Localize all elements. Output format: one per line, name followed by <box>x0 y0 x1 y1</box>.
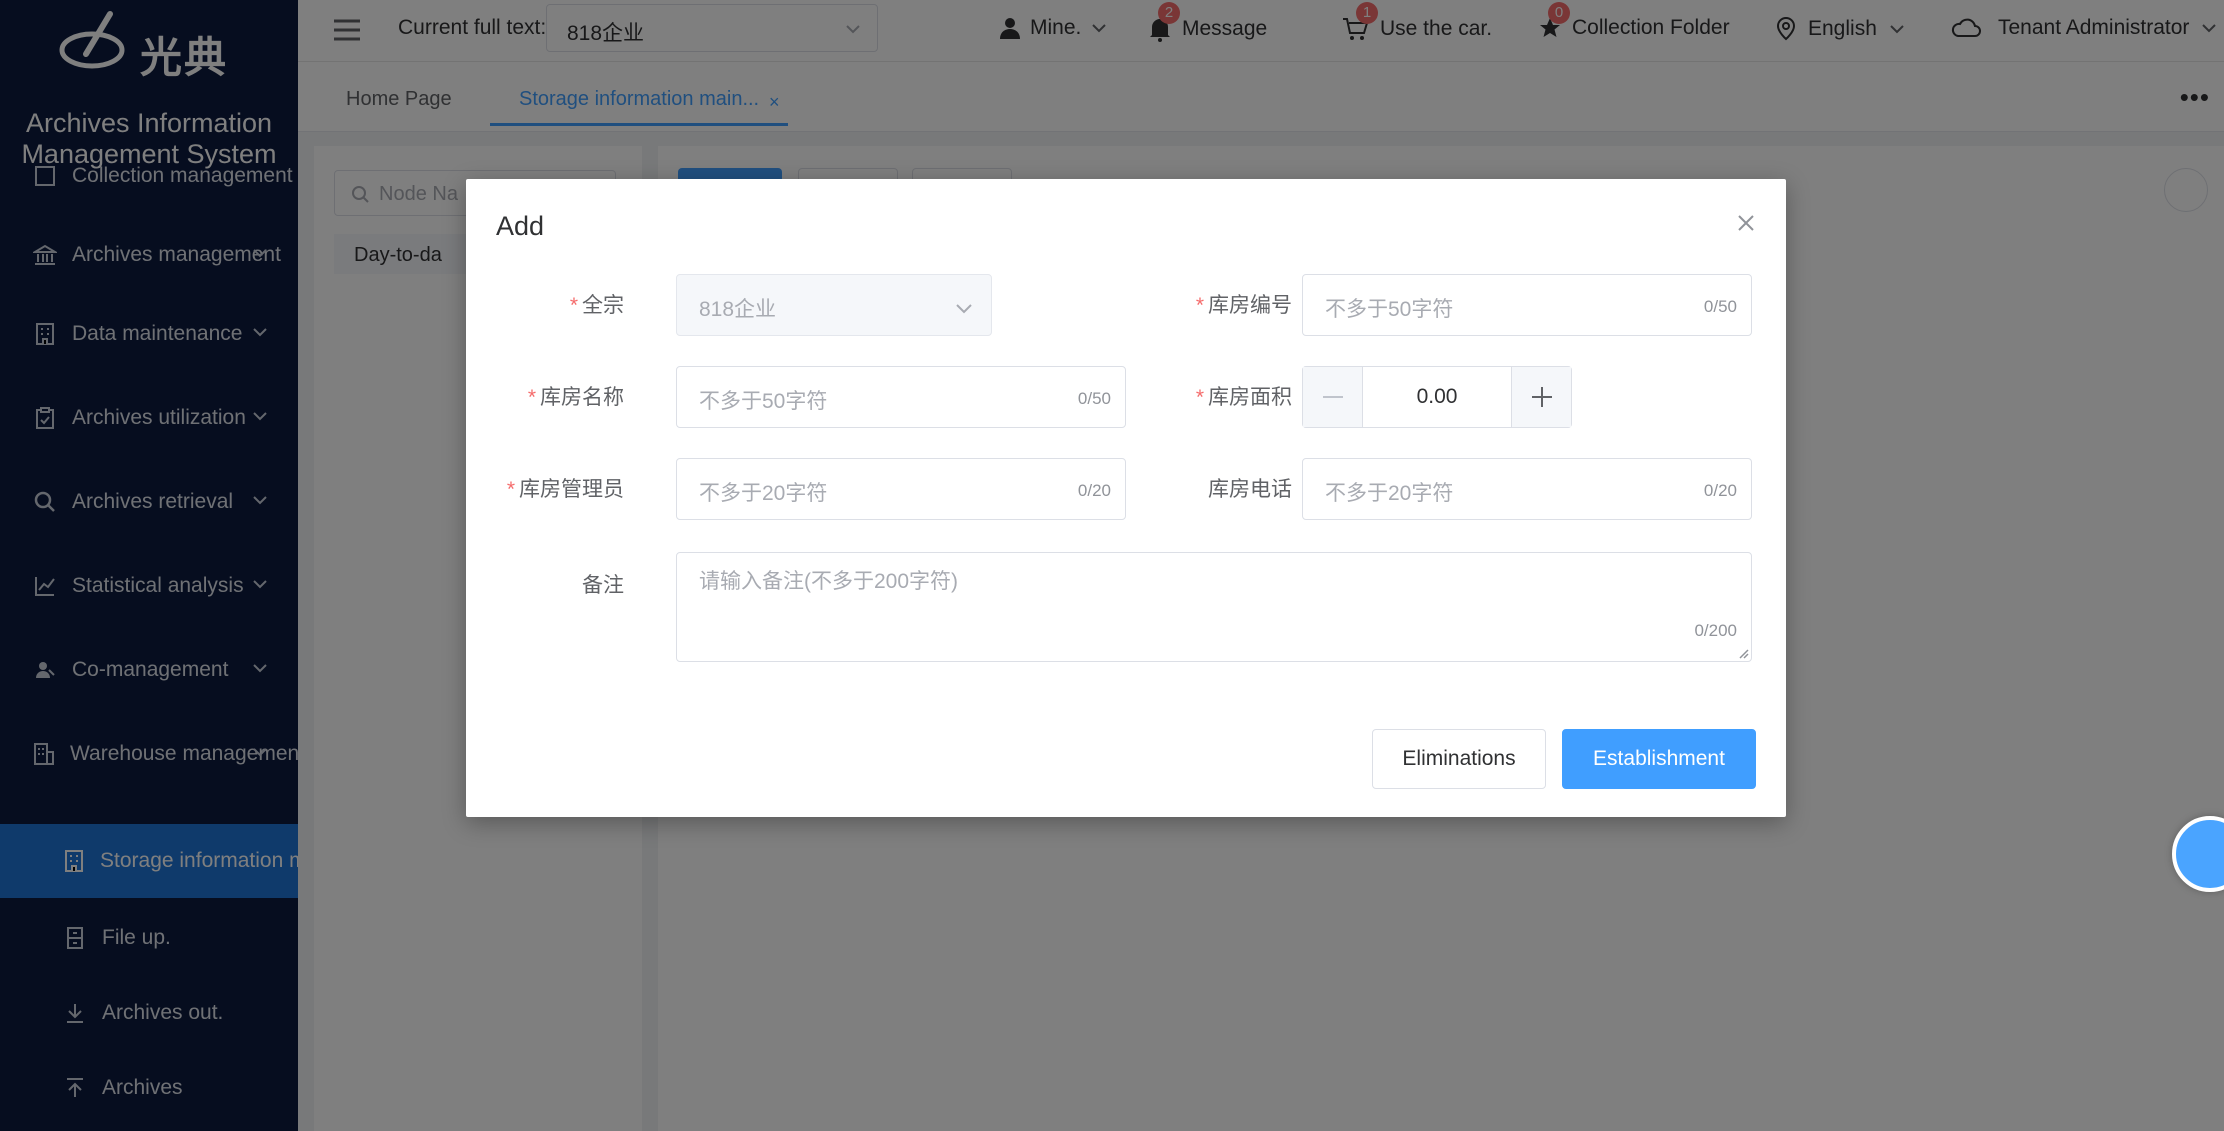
room-no-placeholder: 不多于50字符 <box>1325 298 1454 321</box>
room-phone-counter: 0/20 <box>1703 481 1737 500</box>
create-button[interactable]: Establishment <box>1562 729 1756 789</box>
remarks-label: 备注 <box>582 574 624 597</box>
remarks-placeholder: 请输入备注(不多于200字符) <box>699 570 959 593</box>
increment-button[interactable] <box>1511 367 1571 427</box>
room-phone-label: 库房电话 <box>1208 478 1292 501</box>
room-name-placeholder: 不多于50字符 <box>699 390 828 413</box>
room-admin-input[interactable]: 不多于20字符 0/20 <box>676 458 1126 520</box>
remarks-textarea[interactable]: 请输入备注(不多于200字符) 0/200 <box>676 552 1752 662</box>
room-admin-placeholder: 不多于20字符 <box>699 482 828 505</box>
minus-icon <box>1322 396 1343 398</box>
chevron-down-icon <box>956 304 972 314</box>
fonds-label: * 全宗 <box>569 294 624 317</box>
room-area-stepper[interactable]: 0.00 <box>1302 366 1572 428</box>
room-area-label: * 库房面积 <box>1195 386 1292 409</box>
room-no-input[interactable]: 不多于50字符 0/50 <box>1302 274 1752 336</box>
resize-grip-icon[interactable] <box>1737 647 1749 659</box>
room-admin-label: * 库房管理员 <box>506 478 624 501</box>
decrement-button[interactable] <box>1303 367 1363 427</box>
room-admin-counter: 0/20 <box>1077 481 1111 500</box>
fonds-select[interactable]: 818企业 <box>676 274 992 336</box>
fonds-value: 818企业 <box>699 298 777 321</box>
room-no-label: * 库房编号 <box>1195 294 1292 317</box>
dialog-title: Add <box>496 211 545 241</box>
cancel-button[interactable]: Eliminations <box>1372 729 1546 789</box>
room-area-value[interactable]: 0.00 <box>1363 385 1511 409</box>
add-dialog: Add * 全宗 818企业 * 库房编号 不多于50字符 0/50 * 库房名称 不… <box>466 179 1786 817</box>
close-icon[interactable] <box>1736 213 1756 233</box>
room-name-input[interactable]: 不多于50字符 0/50 <box>676 366 1126 428</box>
room-name-label: * 库房名称 <box>527 386 624 409</box>
room-no-counter: 0/50 <box>1703 297 1737 316</box>
room-phone-input[interactable]: 不多于20字符 0/20 <box>1302 458 1752 520</box>
plus-icon <box>1531 387 1552 407</box>
remarks-counter: 0/200 <box>1694 621 1737 640</box>
room-name-counter: 0/50 <box>1077 389 1111 408</box>
room-phone-placeholder: 不多于20字符 <box>1325 482 1454 505</box>
